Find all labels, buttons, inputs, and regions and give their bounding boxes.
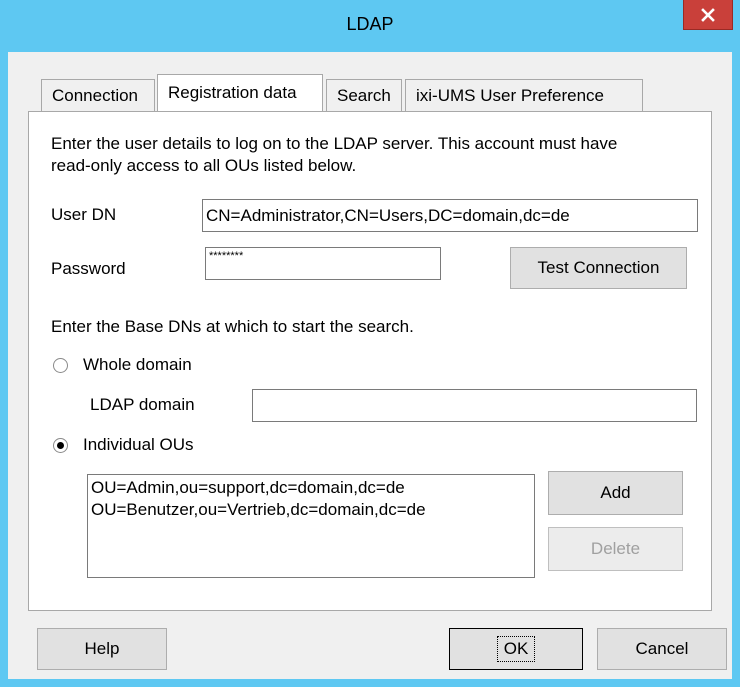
delete-button[interactable]: Delete: [548, 527, 683, 571]
ok-button[interactable]: OK: [449, 628, 583, 670]
ok-label: OK: [496, 636, 536, 662]
tab-label: Registration data: [168, 83, 297, 102]
ldap-domain-field[interactable]: [252, 389, 697, 422]
ou-listbox[interactable]: OU=Admin,ou=support,dc=domain,dc=de OU=B…: [87, 474, 535, 578]
cancel-button[interactable]: Cancel: [597, 628, 727, 670]
tab-ixi-ums-user-preference[interactable]: ixi-UMS User Preference: [405, 79, 643, 111]
tab-label: Search: [337, 85, 391, 105]
tab-search[interactable]: Search: [326, 79, 402, 111]
add-label: Add: [600, 483, 631, 502]
individual-ous-radio[interactable]: [53, 438, 68, 453]
whole-domain-radio[interactable]: [53, 358, 68, 373]
test-connection-label: Test Connection: [537, 258, 660, 277]
tab-label: Connection: [52, 85, 139, 105]
close-button[interactable]: [683, 0, 733, 30]
user-dn-field[interactable]: CN=Administrator,CN=Users,DC=domain,dc=d…: [202, 199, 698, 232]
window-title: LDAP: [346, 14, 394, 34]
help-label: Help: [84, 639, 120, 658]
intro-text-line-1: Enter the user details to log on to the …: [51, 134, 618, 153]
ldap-dialog-window: LDAP Connection Registration data Search…: [0, 0, 740, 687]
ou-list-item[interactable]: OU=Benutzer,ou=Vertrieb,dc=domain,dc=de: [91, 499, 531, 521]
tab-connection[interactable]: Connection: [41, 79, 155, 111]
delete-label: Delete: [590, 539, 641, 558]
user-dn-value: CN=Administrator,CN=Users,DC=domain,dc=d…: [206, 205, 570, 225]
close-icon: [701, 7, 715, 22]
tab-registration-data[interactable]: Registration data: [157, 74, 323, 111]
ou-list-item[interactable]: OU=Admin,ou=support,dc=domain,dc=de: [91, 477, 531, 499]
password-value: ********: [209, 250, 244, 262]
cancel-label: Cancel: [635, 639, 689, 658]
user-dn-label: User DN: [51, 205, 117, 224]
ldap-domain-label: LDAP domain: [90, 395, 195, 414]
individual-ous-label[interactable]: Individual OUs: [83, 434, 194, 456]
add-button[interactable]: Add: [548, 471, 683, 515]
help-button[interactable]: Help: [37, 628, 167, 670]
base-dn-instruction: Enter the Base DNs at which to start the…: [51, 317, 414, 336]
intro-text-line-2: read-only access to all OUs listed below…: [51, 156, 357, 175]
radio-selected-dot: [57, 442, 64, 449]
tab-label: ixi-UMS User Preference: [416, 85, 604, 105]
password-field[interactable]: ********: [205, 247, 441, 280]
registration-data-panel: Enter the user details to log on to the …: [28, 111, 712, 611]
title-bar[interactable]: LDAP: [0, 0, 740, 52]
password-label: Password: [51, 259, 126, 278]
test-connection-button[interactable]: Test Connection: [510, 247, 687, 289]
whole-domain-label[interactable]: Whole domain: [83, 354, 192, 376]
